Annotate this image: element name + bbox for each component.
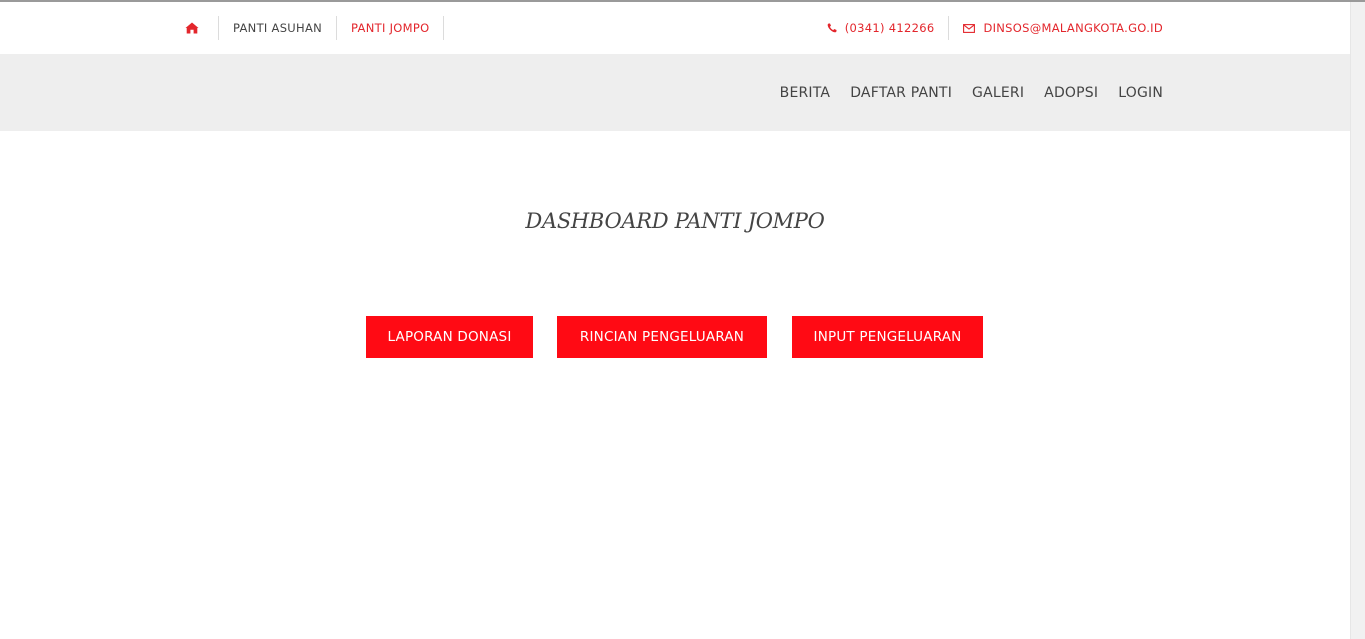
nav-item-adopsi[interactable]: ADOPSI (1044, 85, 1098, 101)
nav-item-berita[interactable]: BERITA (780, 85, 831, 101)
top-bar-left: PANTI ASUHAN PANTI JOMPO (178, 16, 445, 40)
input-pengeluaran-button[interactable]: INPUT PENGELUARAN (792, 316, 983, 358)
page-title: DASHBOARD PANTI JOMPO (525, 209, 825, 233)
email-contact[interactable]: DINSOS@MALANGKOTA.GO.ID (949, 16, 1163, 40)
phone-icon (827, 23, 837, 33)
nav-item-login[interactable]: LOGIN (1118, 85, 1163, 101)
vertical-scrollbar[interactable] (1350, 2, 1365, 639)
nav-item-galeri[interactable]: GALERI (972, 85, 1024, 101)
nav-item-daftar-panti[interactable]: DAFTAR PANTI (850, 85, 952, 101)
home-link[interactable] (178, 16, 219, 40)
top-bar-right: (0341) 412266 DINSOS@MALANGKOTA.GO.ID (827, 16, 1163, 40)
top-link-panti-asuhan[interactable]: PANTI ASUHAN (219, 16, 338, 40)
nav-menu: BERITA DAFTAR PANTI GALERI ADOPSI LOGIN (760, 54, 1163, 131)
laporan-donasi-button[interactable]: LAPORAN DONASI (366, 316, 533, 358)
rincian-pengeluaran-button[interactable]: RINCIAN PENGELUARAN (557, 316, 767, 358)
envelope-icon (963, 23, 976, 33)
main-nav: BERITA DAFTAR PANTI GALERI ADOPSI LOGIN (0, 54, 1350, 131)
top-link-panti-jompo[interactable]: PANTI JOMPO (337, 16, 445, 40)
top-bar: PANTI ASUHAN PANTI JOMPO (0341) 412266 D… (0, 2, 1350, 54)
page: PANTI ASUHAN PANTI JOMPO (0341) 412266 D… (0, 0, 1365, 639)
email-address: DINSOS@MALANGKOTA.GO.ID (983, 21, 1163, 35)
phone-contact[interactable]: (0341) 412266 (827, 16, 950, 40)
home-icon (185, 22, 199, 34)
phone-number: (0341) 412266 (844, 21, 935, 35)
